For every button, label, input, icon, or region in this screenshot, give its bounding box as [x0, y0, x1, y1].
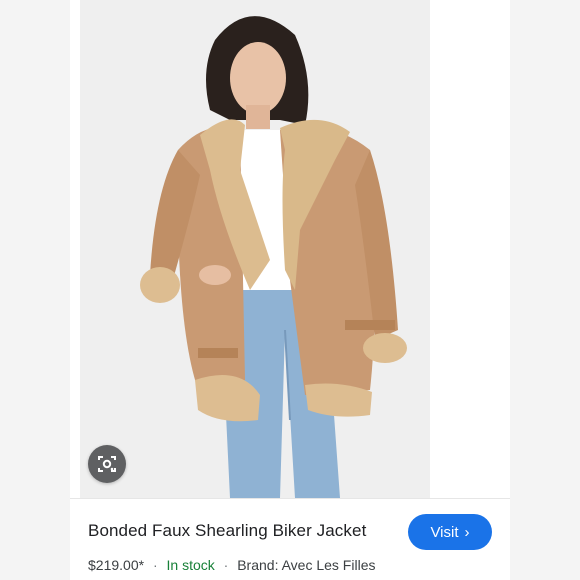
product-info-panel: Bonded Faux Shearling Biker Jacket Visit… — [70, 498, 510, 580]
right-margin — [510, 0, 580, 580]
separator-dot: · — [152, 557, 158, 573]
product-meta: $219.00* · In stock · Brand: Avec Les Fi… — [88, 557, 375, 573]
stock-status: In stock — [166, 557, 215, 573]
brand: Brand: Avec Les Filles — [237, 557, 376, 573]
left-margin — [0, 0, 70, 580]
price: $219.00* — [88, 557, 145, 573]
chevron-right-icon: › — [464, 523, 470, 541]
separator-dot: · — [223, 557, 229, 573]
camera-search-icon — [98, 456, 116, 472]
visit-button[interactable]: Visit › — [408, 514, 492, 550]
visual-search-button[interactable] — [88, 445, 126, 483]
product-image[interactable] — [80, 0, 430, 498]
product-title[interactable]: Bonded Faux Shearling Biker Jacket — [88, 521, 366, 541]
model-in-jacket-illustration — [80, 0, 430, 498]
visit-button-label: Visit — [430, 523, 459, 541]
